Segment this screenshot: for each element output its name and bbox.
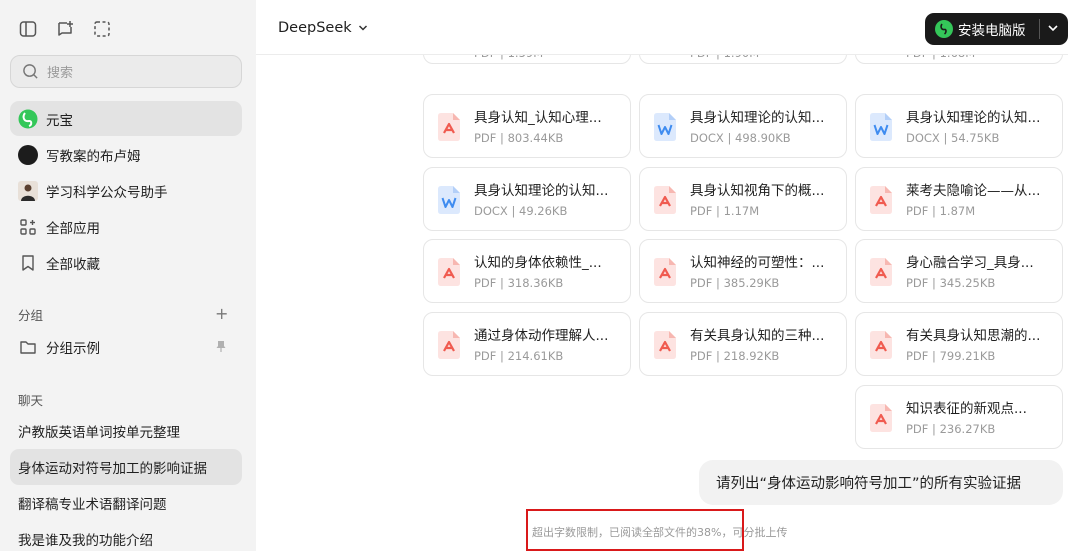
nav-item-all-apps[interactable]: 全部应用 xyxy=(10,209,242,244)
nav-item-label: 写教案的布卢姆 xyxy=(46,148,141,165)
file-card[interactable]: 知识表征的新观点... PDF | 236.27KB xyxy=(855,385,1063,449)
search-placeholder: 搜索 xyxy=(47,66,74,81)
sidebar-toggle-icon[interactable] xyxy=(18,19,38,39)
model-selector[interactable]: DeepSeek xyxy=(278,20,368,36)
nav-item-label: 元宝 xyxy=(46,112,73,129)
file-card[interactable]: 认知的身体依赖性_... PDF | 318.36KB xyxy=(423,239,631,303)
screenshot-icon[interactable] xyxy=(92,19,112,39)
file-card[interactable]: 认知神经的可塑性：... PDF | 385.29KB xyxy=(639,239,847,303)
docx-file-icon xyxy=(870,113,892,141)
pdf-file-icon xyxy=(438,258,460,286)
file-card[interactable]: 具身认知理论的认知... DOCX | 498.90KB xyxy=(639,94,847,158)
file-meta: DOCX | 498.90KB xyxy=(690,131,791,145)
group-item-label: 分组示例 xyxy=(46,340,100,357)
divider xyxy=(1039,19,1040,39)
nav-item-favorites[interactable]: 全部收藏 xyxy=(10,245,242,280)
yuanbao-logo-icon xyxy=(935,20,953,38)
file-name: 通过身体动作理解人... xyxy=(474,328,609,344)
sidebar-toolbar xyxy=(18,19,112,39)
file-meta: PDF | 803.44KB xyxy=(474,131,564,145)
file-card[interactable]: 通过身体动作理解人... PDF | 214.61KB xyxy=(423,312,631,376)
search-icon xyxy=(23,64,38,79)
file-meta: DOCX | 49.26KB xyxy=(474,204,568,218)
nav-item-learning-science[interactable]: 学习科学公众号助手 xyxy=(10,173,242,208)
model-name: DeepSeek xyxy=(278,20,352,36)
avatar xyxy=(18,144,38,165)
file-meta: PDF | 345.25KB xyxy=(906,276,996,290)
file-name: 认知神经的可塑性：... xyxy=(690,255,825,271)
docx-file-icon xyxy=(654,113,676,141)
nav-item-bloom[interactable]: 写教案的布卢姆 xyxy=(10,137,242,172)
bookmark-icon xyxy=(18,253,38,273)
pdf-file-icon xyxy=(870,186,892,214)
group-item-example[interactable]: 分组示例 xyxy=(10,329,242,364)
file-meta: PDF | 318.36KB xyxy=(474,276,564,290)
file-name: 身心融合学习_具身... xyxy=(906,255,1034,271)
file-card[interactable]: 具身认知理论的认知... DOCX | 49.26KB xyxy=(423,167,631,231)
file-name: 莱考夫隐喻论——从... xyxy=(906,183,1041,199)
file-name: 具身认知理论的认知... xyxy=(474,183,609,199)
main-panel: DeepSeek 安装电脑版 PDF | 1.59MPDF | 1.90MPDF… xyxy=(256,0,1068,551)
file-meta: DOCX | 54.75KB xyxy=(906,131,1000,145)
pdf-file-icon xyxy=(654,186,676,214)
pdf-file-icon xyxy=(870,404,892,432)
file-meta: PDF | 214.61KB xyxy=(474,349,564,363)
pdf-file-icon xyxy=(438,331,460,359)
file-card[interactable]: 具身认知_认知心理... PDF | 803.44KB xyxy=(423,94,631,158)
apps-grid-icon xyxy=(18,217,38,237)
chat-item-active[interactable]: 身体运动对符号加工的影响证据 xyxy=(10,449,242,485)
pdf-file-icon xyxy=(438,113,460,141)
docx-file-icon xyxy=(438,186,460,214)
install-desktop-button[interactable]: 安装电脑版 xyxy=(925,13,1068,45)
file-name: 知识表征的新观点... xyxy=(906,401,1027,417)
file-meta: PDF | 385.29KB xyxy=(690,276,780,290)
chats-section-label: 聊天 xyxy=(18,393,44,408)
file-name: 有关具身认知的三种... xyxy=(690,328,825,344)
nav-item-yuanbao[interactable]: 元宝 xyxy=(10,101,242,136)
groups-section-label: 分组 xyxy=(18,308,44,323)
file-name: 认知的身体依赖性_... xyxy=(474,255,602,271)
pdf-file-icon xyxy=(654,331,676,359)
avatar xyxy=(18,180,38,201)
highlight-box xyxy=(526,509,744,551)
file-card[interactable]: 身心融合学习_具身... PDF | 345.25KB xyxy=(855,239,1063,303)
file-name: 具身认知_认知心理... xyxy=(474,110,602,126)
file-meta: PDF | 1.17M xyxy=(690,204,760,218)
pdf-file-icon xyxy=(654,258,676,286)
file-meta: PDF | 236.27KB xyxy=(906,422,996,436)
search-input[interactable]: 搜索 xyxy=(10,55,242,88)
yuanbao-logo-icon xyxy=(18,109,38,129)
chevron-down-icon[interactable] xyxy=(1046,21,1060,35)
file-name: 具身认知理论的认知... xyxy=(690,110,825,126)
chat-item[interactable]: 沪教版英语单词按单元整理 xyxy=(10,413,242,449)
user-message-bubble: 请列出“身体运动影响符号加工”的所有实验证据 xyxy=(699,460,1063,505)
nav-item-label: 学习科学公众号助手 xyxy=(46,184,168,201)
file-name: 有关具身认知思潮的... xyxy=(906,328,1041,344)
pdf-file-icon xyxy=(870,331,892,359)
file-name: 具身认知视角下的概... xyxy=(690,183,825,199)
file-card[interactable]: 莱考夫隐喻论——从... PDF | 1.87M xyxy=(855,167,1063,231)
pdf-file-icon xyxy=(870,258,892,286)
chat-item[interactable]: 我是谁及我的功能介绍 xyxy=(10,521,242,551)
file-name: 具身认知理论的认知... xyxy=(906,110,1041,126)
chat-header: DeepSeek 安装电脑版 xyxy=(256,0,1068,55)
chat-item[interactable]: 翻译稿专业术语翻译问题 xyxy=(10,485,242,521)
file-card[interactable]: 有关具身认知的三种... PDF | 218.92KB xyxy=(639,312,847,376)
file-meta: PDF | 799.21KB xyxy=(906,349,996,363)
nav-item-label: 全部收藏 xyxy=(46,256,100,273)
sidebar: 搜索 元宝 写教案的布卢姆 学习科学公众号助手 全部应用 全部收藏 分组 + 分… xyxy=(0,0,256,551)
file-card[interactable]: 具身认知视角下的概... PDF | 1.17M xyxy=(639,167,847,231)
chevron-down-icon xyxy=(358,25,367,31)
file-card[interactable]: 具身认知理论的认知... DOCX | 54.75KB xyxy=(855,94,1063,158)
add-group-icon[interactable]: + xyxy=(215,304,228,323)
nav-item-label: 全部应用 xyxy=(46,220,100,237)
pin-icon[interactable] xyxy=(216,340,226,352)
file-meta: PDF | 1.87M xyxy=(906,204,976,218)
file-card[interactable]: 有关具身认知思潮的... PDF | 799.21KB xyxy=(855,312,1063,376)
install-label: 安装电脑版 xyxy=(958,23,1026,39)
file-meta: PDF | 218.92KB xyxy=(690,349,780,363)
folder-icon xyxy=(18,337,38,357)
new-chat-icon[interactable] xyxy=(55,19,75,39)
